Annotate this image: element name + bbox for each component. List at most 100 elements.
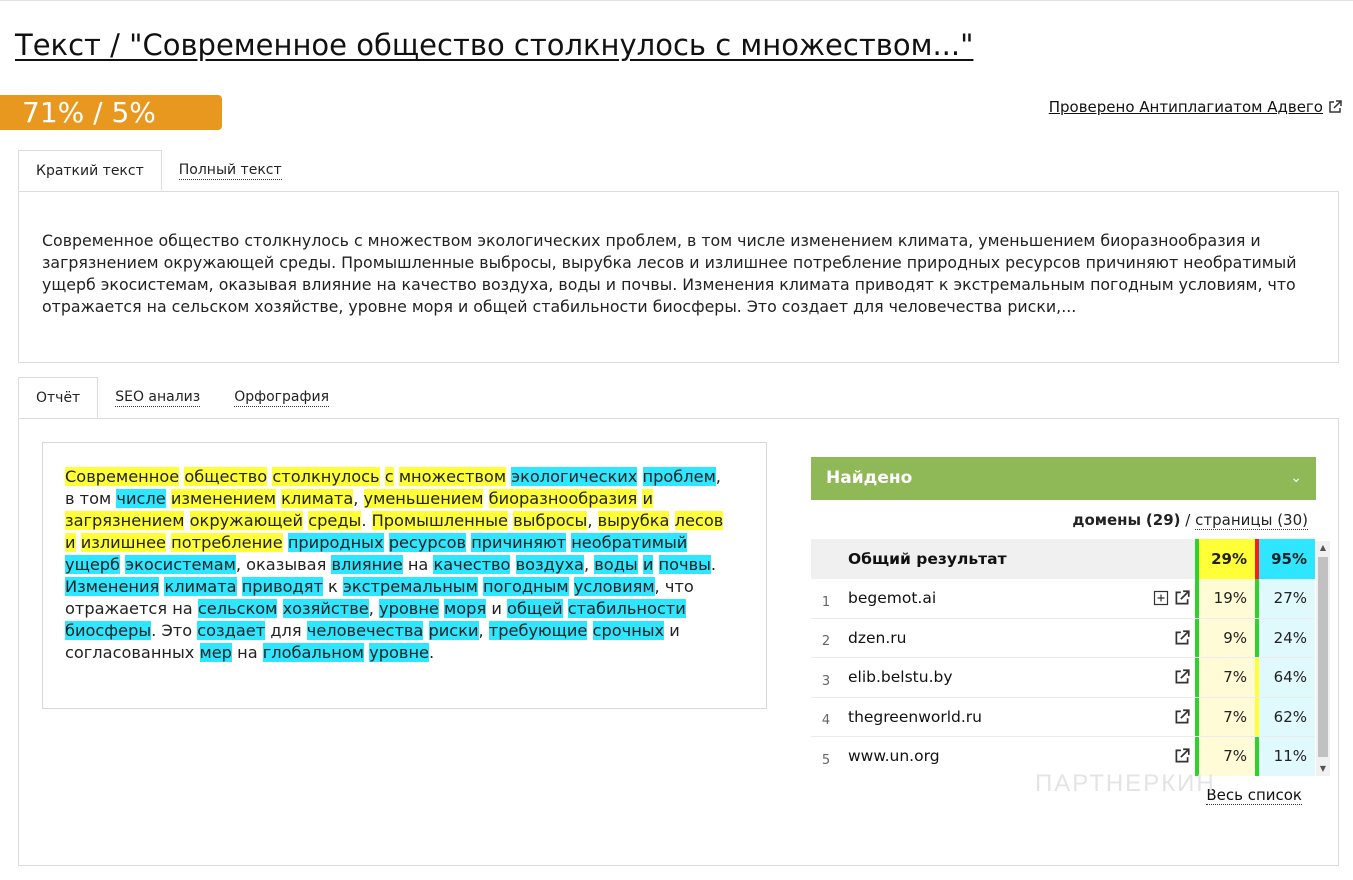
matched-word: Изменения [65,577,160,596]
result-domain[interactable]: elib.belstu.by [841,668,1145,686]
matched-word: срочных [592,621,665,640]
domains-count: (29) [1145,511,1181,529]
matched-word: требующие [488,621,588,640]
results-table: Общий результат 29% 95% 1 begemot.ai 19% 27… [811,539,1315,776]
page-title[interactable]: Текст / "Современное общество столкнулос… [15,28,973,62]
plain-text: и [486,599,507,618]
matched-word: мер [199,643,232,662]
advego-antiplagiat-link[interactable]: Проверено Антиплагиатом Адвего [1049,98,1343,116]
plain-text: , [587,511,598,530]
summary-separator: / [1185,511,1191,529]
scroll-up-icon[interactable]: ▲ [1316,541,1330,555]
plain-text [587,621,592,640]
result-actions [1145,747,1195,765]
scroll-down-icon[interactable]: ▼ [1316,762,1330,776]
plain-text [76,533,81,552]
matched-word: общество [184,467,268,486]
tab-report[interactable]: Отчёт [18,377,99,418]
matched-word: уменьшением [363,489,484,508]
matched-word: хозяйстве [282,599,369,618]
matched-word: риски [428,621,479,640]
matched-word: качество [433,555,511,574]
scroll-thumb[interactable] [1318,557,1328,757]
short-text-content: Современное общество столкнулось с множе… [42,231,1297,316]
matched-word: ущерб [65,555,121,574]
pages-link[interactable]: страницы (30) [1195,511,1308,530]
plain-text: . [429,643,435,662]
matched-word: столкнулось [272,467,380,486]
tab-full-text[interactable]: Полный текст [162,150,299,191]
top-divider [0,0,1353,1]
external-link-icon[interactable] [1173,589,1191,607]
matched-word: стабильности [567,599,686,618]
found-title: Найдено [826,468,913,488]
chevron-down-icon[interactable]: ⌄ [1290,457,1302,500]
plain-text [384,533,389,552]
matched-word: влияние [331,555,403,574]
matched-word: и [642,555,654,574]
plain-text [669,511,674,530]
result-domain[interactable]: begemot.ai [841,589,1145,607]
matched-word: экологических [511,467,638,486]
result-row[interactable]: 4 thegreenworld.ru 7% 62% [811,697,1315,737]
plain-text: для [270,621,307,640]
score-badge: 71% / 5% [0,95,222,130]
plain-text: на [402,555,434,574]
plain-text [277,599,282,618]
matched-word: экосистемам [125,555,236,574]
domains-label[interactable]: домены [1072,511,1141,529]
external-link-icon[interactable] [1173,668,1191,686]
tab-spelling-label: Орфография [234,389,329,407]
plain-text [653,555,658,574]
plain-text: . [710,555,717,574]
result-domain[interactable]: thegreenworld.ru [841,708,1145,726]
external-link-icon[interactable] [1173,708,1191,726]
matched-word: воды [594,555,638,574]
highlighted-text-box: Современное общество столкнулось с множе… [42,442,767,709]
external-link-icon [1329,100,1342,113]
matched-word: климата [281,489,354,508]
result-score-b: 62% [1255,697,1315,736]
plus-square-icon[interactable] [1153,590,1169,606]
matched-word: необратимый [571,533,688,552]
matched-word: выбросы [513,511,588,530]
result-domain[interactable]: dzen.ru [841,629,1145,647]
result-row[interactable]: 2 dzen.ru 9% 24% [811,618,1315,658]
matched-word: приводят [241,577,323,596]
matched-word: лесов [674,511,724,530]
matched-word: почвы [658,555,711,574]
result-row[interactable]: 1 begemot.ai 19% 27% [811,579,1315,619]
plain-text: на [231,643,263,662]
plain-text [510,555,515,574]
result-score-a: 7% [1195,658,1255,697]
tab-spelling[interactable]: Орфография [217,377,346,418]
plain-text [237,577,242,596]
result-row[interactable]: 3 elib.belstu.by 7% 64% [811,658,1315,698]
matched-word: Промышленные [371,511,508,530]
result-score-b: 24% [1255,618,1315,657]
found-summary: домены (29) / страницы (30) [1072,511,1308,530]
plain-text [380,467,385,486]
matched-word: изменением [170,489,276,508]
external-link-icon[interactable] [1173,747,1191,765]
plain-text: , [583,555,595,574]
result-domain[interactable]: www.un.org [841,747,1145,765]
results-scrollbar[interactable]: ▲ ▼ [1316,541,1330,776]
matched-word: с [384,467,394,486]
matched-word: биоразнообразия [488,489,638,508]
full-list-link[interactable]: Весь список [1206,786,1302,805]
matched-word: причиняют [471,533,567,552]
found-header[interactable]: Найдено ⌄ [811,457,1316,500]
tab-short-text[interactable]: Краткий текст [18,150,162,191]
overall-score-a: 29% [1195,539,1255,579]
result-score-a: 9% [1195,618,1255,657]
matched-word: Современное [65,467,180,486]
result-row-number: 4 [821,713,831,729]
matched-word: моря [444,599,487,618]
overall-score-b: 95% [1255,539,1315,579]
external-link-icon[interactable] [1173,629,1191,647]
tab-seo-analysis[interactable]: SEO анализ [98,377,217,418]
matched-word: окружающей [189,511,304,530]
matched-word: и [642,489,653,508]
overall-result-row: Общий результат 29% 95% [811,539,1315,579]
